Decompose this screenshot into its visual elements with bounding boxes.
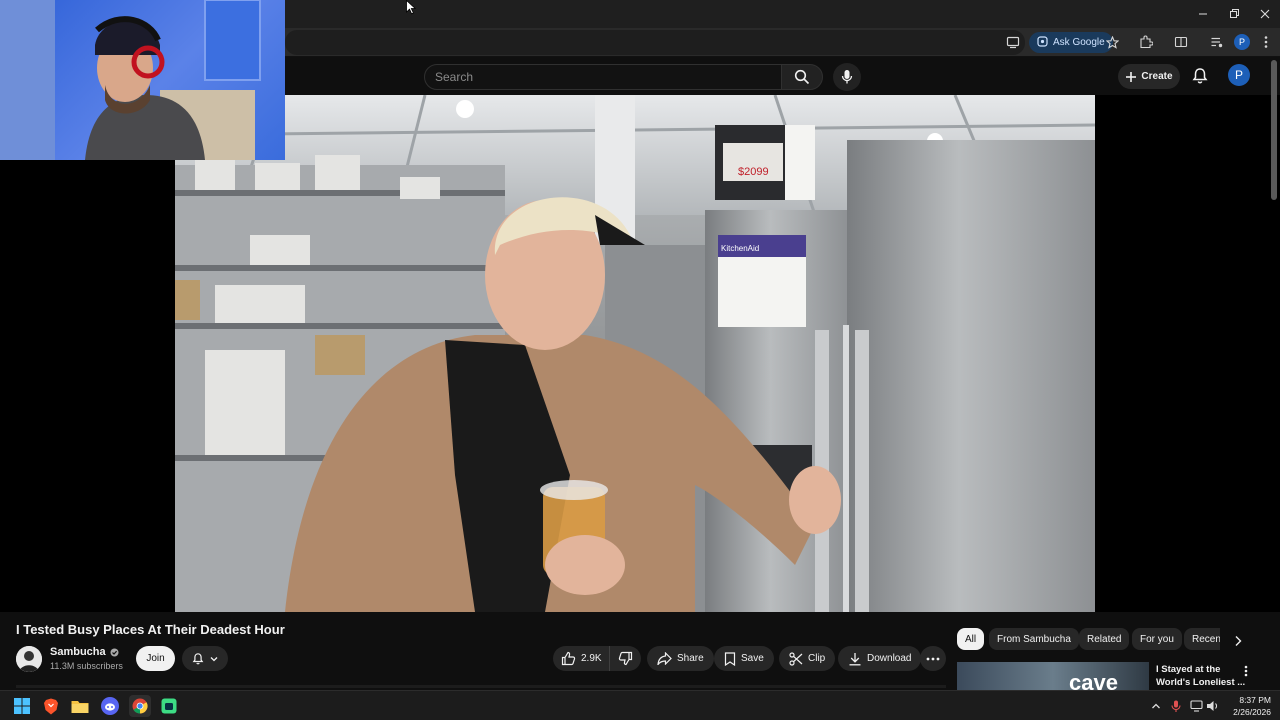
recommendation-title[interactable]: I Stayed at the World's Loneliest ... [1156, 663, 1245, 689]
windows-start-icon[interactable] [12, 696, 32, 716]
account-avatar[interactable]: P [1228, 64, 1250, 86]
ask-google-button[interactable]: Ask Google [1029, 32, 1113, 53]
create-button[interactable]: Create [1118, 64, 1180, 89]
windows-taskbar: 8:37 PM 2/26/2026 [0, 690, 1280, 720]
bookmark-icon [724, 651, 736, 666]
share-button[interactable]: Share [647, 646, 714, 671]
recommendation-thumbnail[interactable]: cave [957, 662, 1149, 692]
volume-icon[interactable] [1206, 699, 1220, 713]
close-window-icon[interactable] [1250, 4, 1280, 24]
network-icon[interactable] [1190, 699, 1204, 713]
recommendation-title-line2: World's Loneliest ... [1156, 677, 1246, 688]
thumbs-down-icon [618, 651, 633, 666]
webcam-overlay [0, 0, 285, 160]
bell-icon [192, 652, 204, 664]
create-label: Create [1141, 71, 1173, 82]
recommendation-title-line1: I Stayed at the [1156, 664, 1221, 675]
file-explorer-icon[interactable] [70, 696, 90, 716]
microphone-icon [841, 70, 853, 84]
discord-icon[interactable] [100, 696, 120, 716]
save-button[interactable]: Save [714, 646, 774, 671]
screen: Ask Google P Search Create P $2099 Kitch… [0, 0, 1280, 720]
restore-icon[interactable] [1219, 4, 1249, 24]
like-count: 2.9K [581, 653, 602, 664]
taskbar-clock[interactable]: 8:37 PM 2/26/2026 [1226, 694, 1271, 718]
verified-check-icon [110, 648, 119, 656]
recommendation-menu-icon[interactable] [1244, 664, 1252, 678]
horizontal-divider [16, 685, 946, 688]
browser-menu-icon[interactable] [1256, 32, 1276, 52]
bookmark-star-icon[interactable] [1102, 32, 1122, 52]
chevron-right-icon[interactable] [1229, 632, 1247, 650]
channel-name-text: Sambucha [50, 646, 106, 658]
extensions-icon[interactable] [1136, 32, 1156, 52]
video-player-area: $2099 KitchenAid [0, 60, 1280, 612]
save-label: Save [741, 653, 764, 664]
chip-related[interactable]: Related [1079, 628, 1130, 650]
video-scene: $2099 KitchenAid [175, 95, 1095, 612]
search-icon [794, 69, 810, 85]
subscription-notifications-button[interactable] [182, 646, 228, 671]
ask-google-label: Ask Google [1053, 37, 1105, 48]
split-view-icon[interactable] [1171, 32, 1191, 52]
subscriber-count: 11.3M subscribers [50, 661, 123, 671]
clip-label: Clip [808, 653, 826, 664]
price-tag-text: $2099 [738, 166, 769, 178]
more-horizontal-icon [926, 657, 940, 660]
more-actions-button[interactable] [920, 646, 946, 671]
video-title: I Tested Busy Places At Their Deadest Ho… [16, 622, 285, 637]
chip-from-channel[interactable]: From Sambucha [989, 628, 1079, 650]
chevron-up-icon[interactable] [1149, 699, 1163, 713]
chip-recent[interactable]: Recen [1184, 628, 1220, 650]
microphone-tray-icon[interactable] [1169, 699, 1183, 713]
dislike-button[interactable] [609, 646, 641, 671]
join-button[interactable]: Join [136, 646, 175, 671]
channel-name[interactable]: Sambucha [50, 646, 119, 658]
voice-search-button[interactable] [833, 63, 861, 91]
address-bar[interactable] [285, 30, 1025, 55]
search-placeholder: Search [435, 70, 474, 84]
share-label: Share [677, 653, 704, 664]
streamer-webcam-image [0, 0, 261, 160]
download-label: Download [867, 653, 912, 664]
chrome-icon[interactable] [129, 695, 151, 717]
plus-icon [1126, 71, 1137, 82]
download-button[interactable]: Download [838, 646, 922, 671]
search-button[interactable] [781, 64, 823, 90]
notifications-bell-icon[interactable] [1190, 66, 1210, 86]
android-studio-icon[interactable] [159, 696, 179, 716]
video-frame[interactable]: $2099 KitchenAid [175, 95, 1095, 612]
clock-time: 8:37 PM [1239, 695, 1271, 705]
thumbnail-text: cave [1069, 670, 1118, 692]
clock-date: 2/26/2026 [1233, 707, 1271, 717]
like-button[interactable]: 2.9K [553, 646, 609, 671]
minimize-icon[interactable] [1188, 4, 1218, 24]
share-icon [657, 652, 672, 665]
lens-icon [1037, 35, 1048, 50]
page-scrollbar[interactable] [1271, 60, 1277, 200]
search-input[interactable]: Search [424, 64, 782, 90]
chip-all[interactable]: All [957, 628, 985, 650]
clip-button[interactable]: Clip [779, 646, 836, 671]
brand-sign-text: KitchenAid [721, 244, 759, 253]
media-controls-icon[interactable] [1207, 32, 1227, 52]
chip-for-you[interactable]: For you [1132, 628, 1182, 650]
chevron-down-icon [210, 656, 218, 661]
channel-avatar[interactable] [16, 646, 42, 672]
thumbs-up-icon [561, 651, 576, 666]
browser-profile-avatar[interactable]: P [1234, 34, 1250, 50]
scissors-icon [789, 651, 803, 666]
download-icon [849, 652, 861, 665]
brave-browser-icon[interactable] [41, 696, 61, 716]
install-app-icon[interactable] [1003, 32, 1023, 52]
mouse-cursor-icon [406, 0, 417, 20]
